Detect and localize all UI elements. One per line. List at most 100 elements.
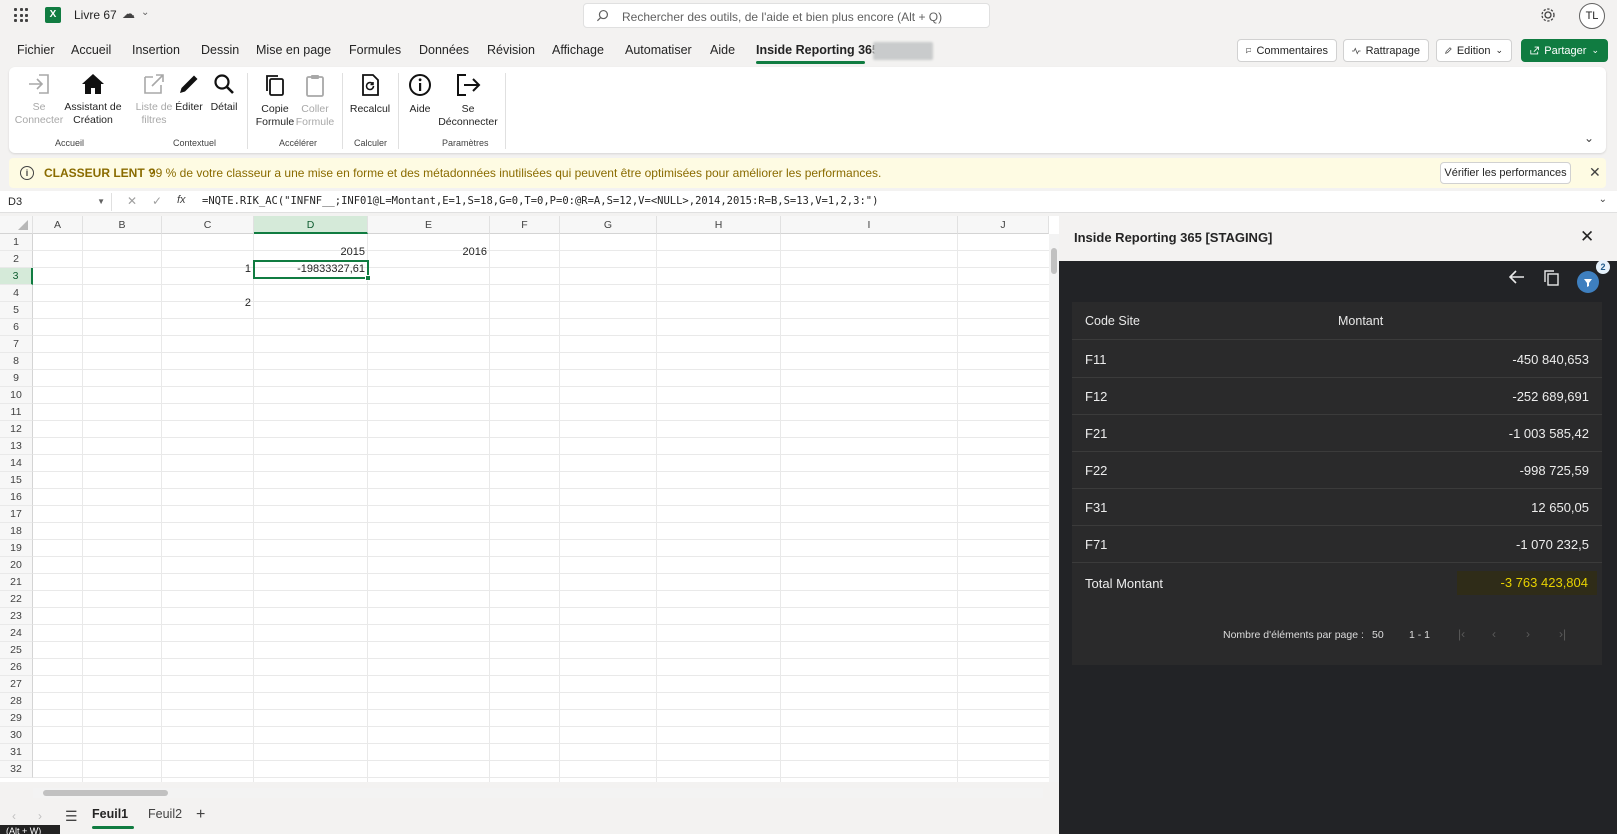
header-montant[interactable]: Montant [1338, 314, 1383, 328]
fill-handle[interactable] [365, 275, 371, 281]
column-header-j[interactable]: J [958, 216, 1049, 234]
paste-formula-button[interactable]: Coller Formule [293, 73, 337, 129]
check-performance-button[interactable]: Vérifier les performances [1440, 162, 1571, 184]
last-page-icon[interactable]: ›| [1559, 627, 1566, 641]
table-row[interactable]: F71 -1 070 232,5 [1072, 525, 1602, 563]
cancel-icon[interactable]: ✕ [127, 194, 137, 208]
row-header-31[interactable]: 31 [0, 744, 33, 761]
cell-C3[interactable]: 1 [162, 261, 254, 278]
recalc-button[interactable]: Recalcul [347, 73, 393, 116]
search-box[interactable]: Rechercher des outils, de l'aide et bien… [583, 3, 990, 28]
tab-donnees[interactable]: Données [419, 43, 469, 57]
gear-icon[interactable] [1540, 7, 1556, 23]
tab-formules[interactable]: Formules [349, 43, 401, 57]
row-header-13[interactable]: 13 [0, 438, 33, 455]
next-page-icon[interactable]: › [1526, 627, 1530, 641]
cell-C5[interactable]: 2 [162, 295, 254, 312]
edit-button[interactable]: Éditer [172, 73, 206, 114]
header-code-site[interactable]: Code Site [1085, 314, 1140, 328]
row-header-16[interactable]: 16 [0, 489, 33, 506]
column-header-i[interactable]: I [781, 216, 958, 234]
row-header-3[interactable]: 3 [0, 268, 33, 285]
edition-button[interactable]: Edition ⌄ [1436, 39, 1512, 62]
app-launcher-icon[interactable] [14, 8, 28, 22]
row-header-27[interactable]: 27 [0, 676, 33, 693]
tab-mise-en-page[interactable]: Mise en page [256, 43, 331, 57]
cell-E2[interactable]: 2016 [368, 244, 490, 261]
help-button[interactable]: Aide [403, 73, 437, 116]
tab-fichier[interactable]: Fichier [17, 43, 55, 57]
autosave-icon[interactable]: ☁ [122, 6, 135, 22]
sheet-tab-feuil1[interactable]: Feuil1 [92, 807, 128, 821]
column-header-e[interactable]: E [368, 216, 490, 234]
document-title[interactable]: Livre 67 [74, 8, 117, 22]
formula-input[interactable]: =NQTE.RIK_AC("INFNF__;INF01@L=Montant,E=… [202, 195, 878, 207]
tab-affichage[interactable]: Affichage [552, 43, 604, 57]
table-row[interactable]: F11 -450 840,653 [1072, 340, 1602, 378]
row-header-19[interactable]: 19 [0, 540, 33, 557]
name-box[interactable]: D3 ▼ [4, 193, 112, 211]
table-row[interactable]: F22 -998 725,59 [1072, 451, 1602, 489]
row-header-11[interactable]: 11 [0, 404, 33, 421]
row-header-24[interactable]: 24 [0, 625, 33, 642]
column-header-b[interactable]: B [83, 216, 162, 234]
ribbon-expand-icon[interactable]: ⌄ [1584, 131, 1594, 145]
row-header-2[interactable]: 2 [0, 251, 33, 268]
vertical-scrollbar[interactable] [1049, 234, 1059, 782]
tab-dessin[interactable]: Dessin [201, 43, 239, 57]
row-header-21[interactable]: 21 [0, 574, 33, 591]
cell-D2[interactable]: 2015 [254, 244, 368, 261]
connect-button[interactable]: Se Connecter [13, 73, 65, 127]
avatar[interactable]: TL [1579, 3, 1605, 29]
scroll-thumb[interactable] [43, 790, 168, 796]
copy-formula-button[interactable]: Copie Formule [252, 73, 298, 129]
column-header-a[interactable]: A [33, 216, 83, 234]
column-header-c[interactable]: C [162, 216, 254, 234]
filter-list-button[interactable]: Liste de filtres [133, 73, 175, 127]
tab-accueil[interactable]: Accueil [71, 43, 111, 57]
row-header-28[interactable]: 28 [0, 693, 33, 710]
tab-revision[interactable]: Révision [487, 43, 535, 57]
row-header-17[interactable]: 17 [0, 506, 33, 523]
row-header-5[interactable]: 5 [0, 302, 33, 319]
row-header-1[interactable]: 1 [0, 234, 33, 251]
row-header-18[interactable]: 18 [0, 523, 33, 540]
row-header-9[interactable]: 9 [0, 370, 33, 387]
table-row[interactable]: F12 -252 689,691 [1072, 377, 1602, 415]
table-row[interactable]: F21 -1 003 585,42 [1072, 414, 1602, 452]
row-header-20[interactable]: 20 [0, 557, 33, 574]
spreadsheet-grid[interactable]: ABCDEFGHIJ 1 2 3 4 5 6 7 8 9 10 11 12 13 14 15 16 17 18 19… [0, 216, 1059, 782]
first-page-icon[interactable]: |‹ [1458, 627, 1465, 641]
row-header-4[interactable]: 4 [0, 285, 33, 302]
column-header-f[interactable]: F [490, 216, 560, 234]
catchup-button[interactable]: Rattrapage [1343, 39, 1429, 62]
column-header-h[interactable]: H [657, 216, 781, 234]
sheet-list-icon[interactable]: ☰ [65, 808, 78, 825]
row-header-29[interactable]: 29 [0, 710, 33, 727]
items-per-page-select[interactable]: 50 [1372, 629, 1384, 641]
assistant-button[interactable]: Assistant de Création [63, 73, 123, 127]
select-all-corner[interactable] [0, 216, 33, 234]
row-header-30[interactable]: 30 [0, 727, 33, 744]
back-arrow-icon[interactable] [1509, 270, 1525, 284]
chevron-down-icon[interactable]: ⌄ [1599, 194, 1607, 205]
chevron-down-icon[interactable]: ⌄ [141, 7, 149, 18]
check-icon[interactable]: ✓ [152, 194, 162, 208]
column-header-d[interactable]: D [254, 216, 368, 234]
tab-insertion[interactable]: Insertion [132, 43, 180, 57]
tab-inside-reporting[interactable]: Inside Reporting 365 [756, 43, 879, 57]
detail-button[interactable]: Détail [207, 73, 241, 114]
row-header-32[interactable]: 32 [0, 761, 33, 778]
tab-automatiser[interactable]: Automatiser [625, 43, 692, 57]
fx-icon[interactable]: fx [177, 194, 186, 206]
row-header-23[interactable]: 23 [0, 608, 33, 625]
row-header-12[interactable]: 12 [0, 421, 33, 438]
add-sheet-icon[interactable]: + [196, 806, 205, 824]
share-button[interactable]: Partager ⌄ [1521, 39, 1608, 62]
row-header-22[interactable]: 22 [0, 591, 33, 608]
row-header-8[interactable]: 8 [0, 353, 33, 370]
disconnect-button[interactable]: Se Déconnecter [436, 73, 500, 129]
close-icon[interactable]: ✕ [1589, 164, 1601, 181]
close-icon[interactable]: ✕ [1580, 227, 1594, 247]
copy-icon[interactable] [1544, 270, 1559, 286]
